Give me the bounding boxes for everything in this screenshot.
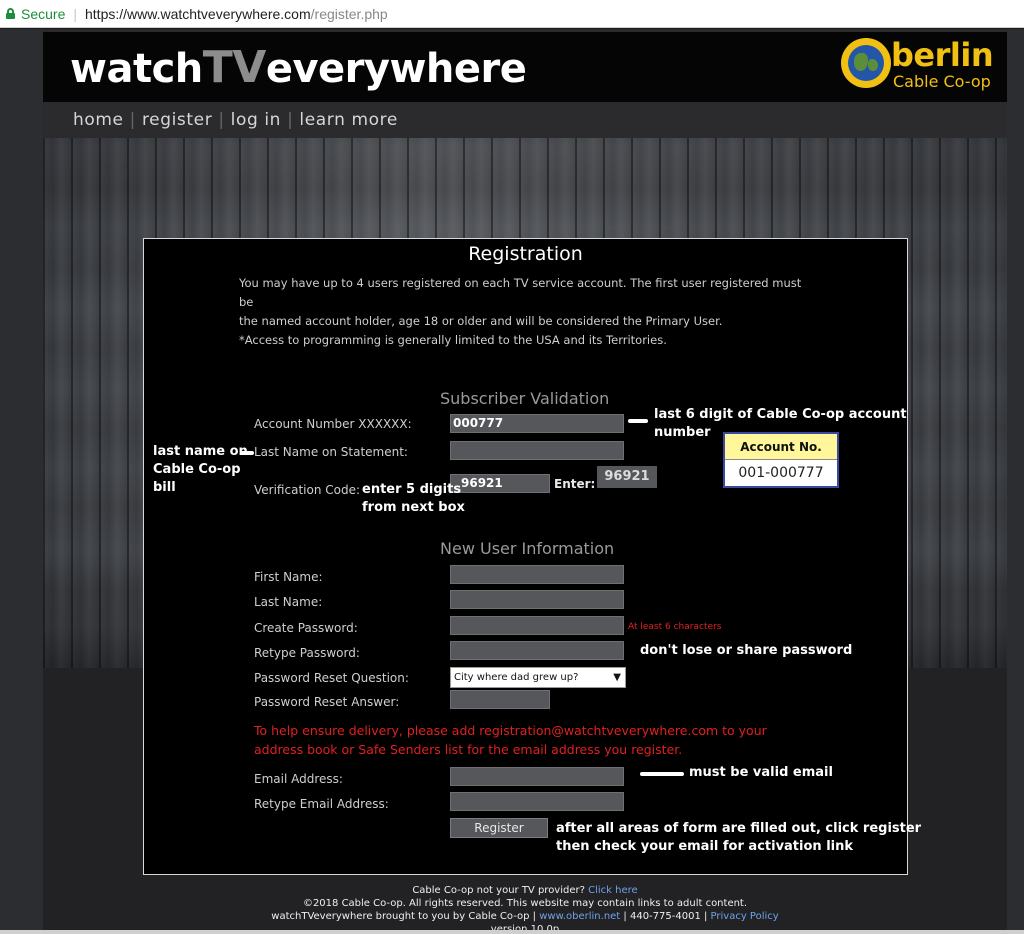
annotation-lastname: last name on Cable Co-op bill [153, 443, 248, 497]
register-button[interactable]: Register [450, 818, 548, 838]
enter-label: Enter: [554, 477, 596, 491]
annotation-verify: enter 5 digits from next box [362, 481, 465, 517]
annotation-lastname-line-2: Cable Co-op [153, 462, 241, 477]
nav-register[interactable]: register [142, 110, 212, 130]
verification-code-label: Verification Code: [254, 483, 361, 497]
footer-line-3: watchTVeverywhere brought to you by Cabl… [43, 910, 1007, 923]
footer-oberlin-link[interactable]: www.oberlin.net [539, 911, 620, 922]
nav-separator: | [287, 110, 294, 130]
create-password-input[interactable] [450, 616, 624, 635]
last-name-statement-input[interactable] [450, 441, 624, 460]
main-nav: home | register | log in | learn more [43, 102, 1007, 138]
retype-password-label: Retype Password: [254, 646, 360, 660]
site-footer: Cable Co-op not your TV provider? Click … [43, 884, 1007, 934]
oberlin-subtitle: Cable Co-op [893, 72, 991, 91]
nav-learn-more[interactable]: learn more [299, 110, 398, 130]
footer-provider-text: Cable Co-op not your TV provider? [412, 885, 585, 896]
create-password-label: Create Password: [254, 621, 358, 635]
annotation-register-line-1: after all areas of form are filled out, … [556, 821, 922, 836]
footer-privacy-link[interactable]: Privacy Policy [711, 911, 779, 922]
annotation-email: must be valid email [689, 765, 833, 780]
annotation-verify-line-1: enter 5 digits [362, 482, 462, 497]
last-name-label: Last Name: [254, 595, 323, 609]
annotation-lastname-line-3: bill [153, 480, 176, 495]
nav-separator: | [129, 110, 136, 130]
reset-answer-label: Password Reset Answer: [254, 695, 400, 709]
email-label: Email Address: [254, 772, 343, 786]
left-margin [0, 29, 43, 934]
reset-question-label: Password Reset Question: [254, 671, 409, 685]
captcha-image: 96921 [597, 466, 657, 488]
url-path[interactable]: /register.php [311, 6, 388, 22]
last-name-input[interactable] [450, 590, 624, 609]
password-hint: At least 6 characters [628, 622, 722, 632]
intro-line-1: You may have up to 4 users registered on… [239, 276, 802, 309]
new-user-heading: New User Information [440, 539, 615, 558]
secure-label: Secure [21, 5, 66, 22]
delivery-note-line-1: To help ensure delivery, please add regi… [254, 723, 767, 738]
email-input[interactable] [450, 767, 624, 786]
window-bottom-edge [0, 930, 1024, 934]
footer-click-here-link[interactable]: Click here [588, 885, 638, 896]
card-title: Account No. [725, 434, 837, 460]
subscriber-validation-heading: Subscriber Validation [440, 389, 610, 408]
annotation-register-line-2: then check your email for activation lin… [556, 839, 854, 854]
nav-home[interactable]: home [73, 110, 124, 130]
annotation-register: after all areas of form are filled out, … [556, 820, 921, 856]
site-logo[interactable]: watchTVeverywhere [70, 42, 527, 93]
card-value: 001-000777 [738, 465, 824, 481]
lock-icon [6, 8, 15, 19]
dropdown-arrow-icon: ▼ [613, 672, 621, 683]
intro-line-3: *Access to programming is generally limi… [239, 333, 667, 347]
annotation-account-line-1: last 6 digit of Cable Co-op account [654, 407, 907, 422]
footer-line-1: Cable Co-op not your TV provider? Click … [43, 884, 1007, 897]
logo-tv: TV [202, 42, 267, 93]
retype-email-input[interactable] [450, 792, 624, 811]
retype-email-label: Retype Email Address: [254, 797, 389, 811]
intro-line-2: the named account holder, age 18 or olde… [239, 314, 723, 328]
nav-separator: | [218, 110, 225, 130]
annotation-lastname-line-1: last name on [153, 444, 248, 459]
account-number-example-card: Account No. 001-000777 [723, 432, 839, 488]
first-name-input[interactable] [450, 565, 624, 584]
nav-login[interactable]: log in [231, 110, 281, 130]
delivery-note-line-2: address book or Safe Senders list for th… [254, 742, 683, 757]
site-header: watchTVeverywhere berlin Cable Co-op [43, 32, 1007, 102]
page-title: Registration [468, 243, 583, 265]
annotation-verify-line-2: from next box [362, 500, 465, 515]
reset-question-value: City where dad grew up? [454, 672, 579, 683]
reset-question-select[interactable]: City where dad grew up? ▼ [450, 667, 626, 688]
annotation-dash-email [640, 772, 684, 776]
annotation-password: don't lose or share password [640, 643, 853, 658]
account-number-label: Account Number XXXXXX: [254, 417, 412, 431]
account-number-input[interactable]: 000777 [450, 414, 624, 433]
verification-code-input[interactable]: 96921 [450, 474, 550, 493]
annotation-dash-lastname [240, 451, 254, 455]
intro-text: You may have up to 4 users registered on… [239, 274, 819, 350]
address-separator: | [73, 5, 77, 22]
logo-watch: watch [70, 46, 203, 92]
browser-address-bar[interactable]: Secure | https://www.watchtveverywhere.c… [0, 0, 1024, 28]
first-name-label: First Name: [254, 570, 323, 584]
globe-icon [841, 38, 891, 88]
url-host[interactable]: https://www.watchtveverywhere.com [85, 6, 311, 22]
retype-password-input[interactable] [450, 641, 624, 660]
footer-brought-by: watchTVeverywhere brought to you by Cabl… [271, 911, 537, 922]
last-name-statement-label: Last Name on Statement: [254, 445, 408, 459]
footer-phone: | 440-775-4001 | [623, 911, 708, 922]
oberlin-logo[interactable]: berlin Cable Co-op [837, 34, 1003, 94]
right-margin [1007, 29, 1024, 934]
delivery-note: To help ensure delivery, please add regi… [254, 721, 767, 759]
footer-line-2: ©2018 Cable Co-op. All rights reserved. … [302, 898, 748, 909]
oberlin-wordmark: berlin [891, 36, 994, 74]
reset-answer-input[interactable] [450, 690, 550, 709]
annotation-dash-account [628, 419, 648, 423]
logo-everywhere: everywhere [265, 46, 527, 92]
